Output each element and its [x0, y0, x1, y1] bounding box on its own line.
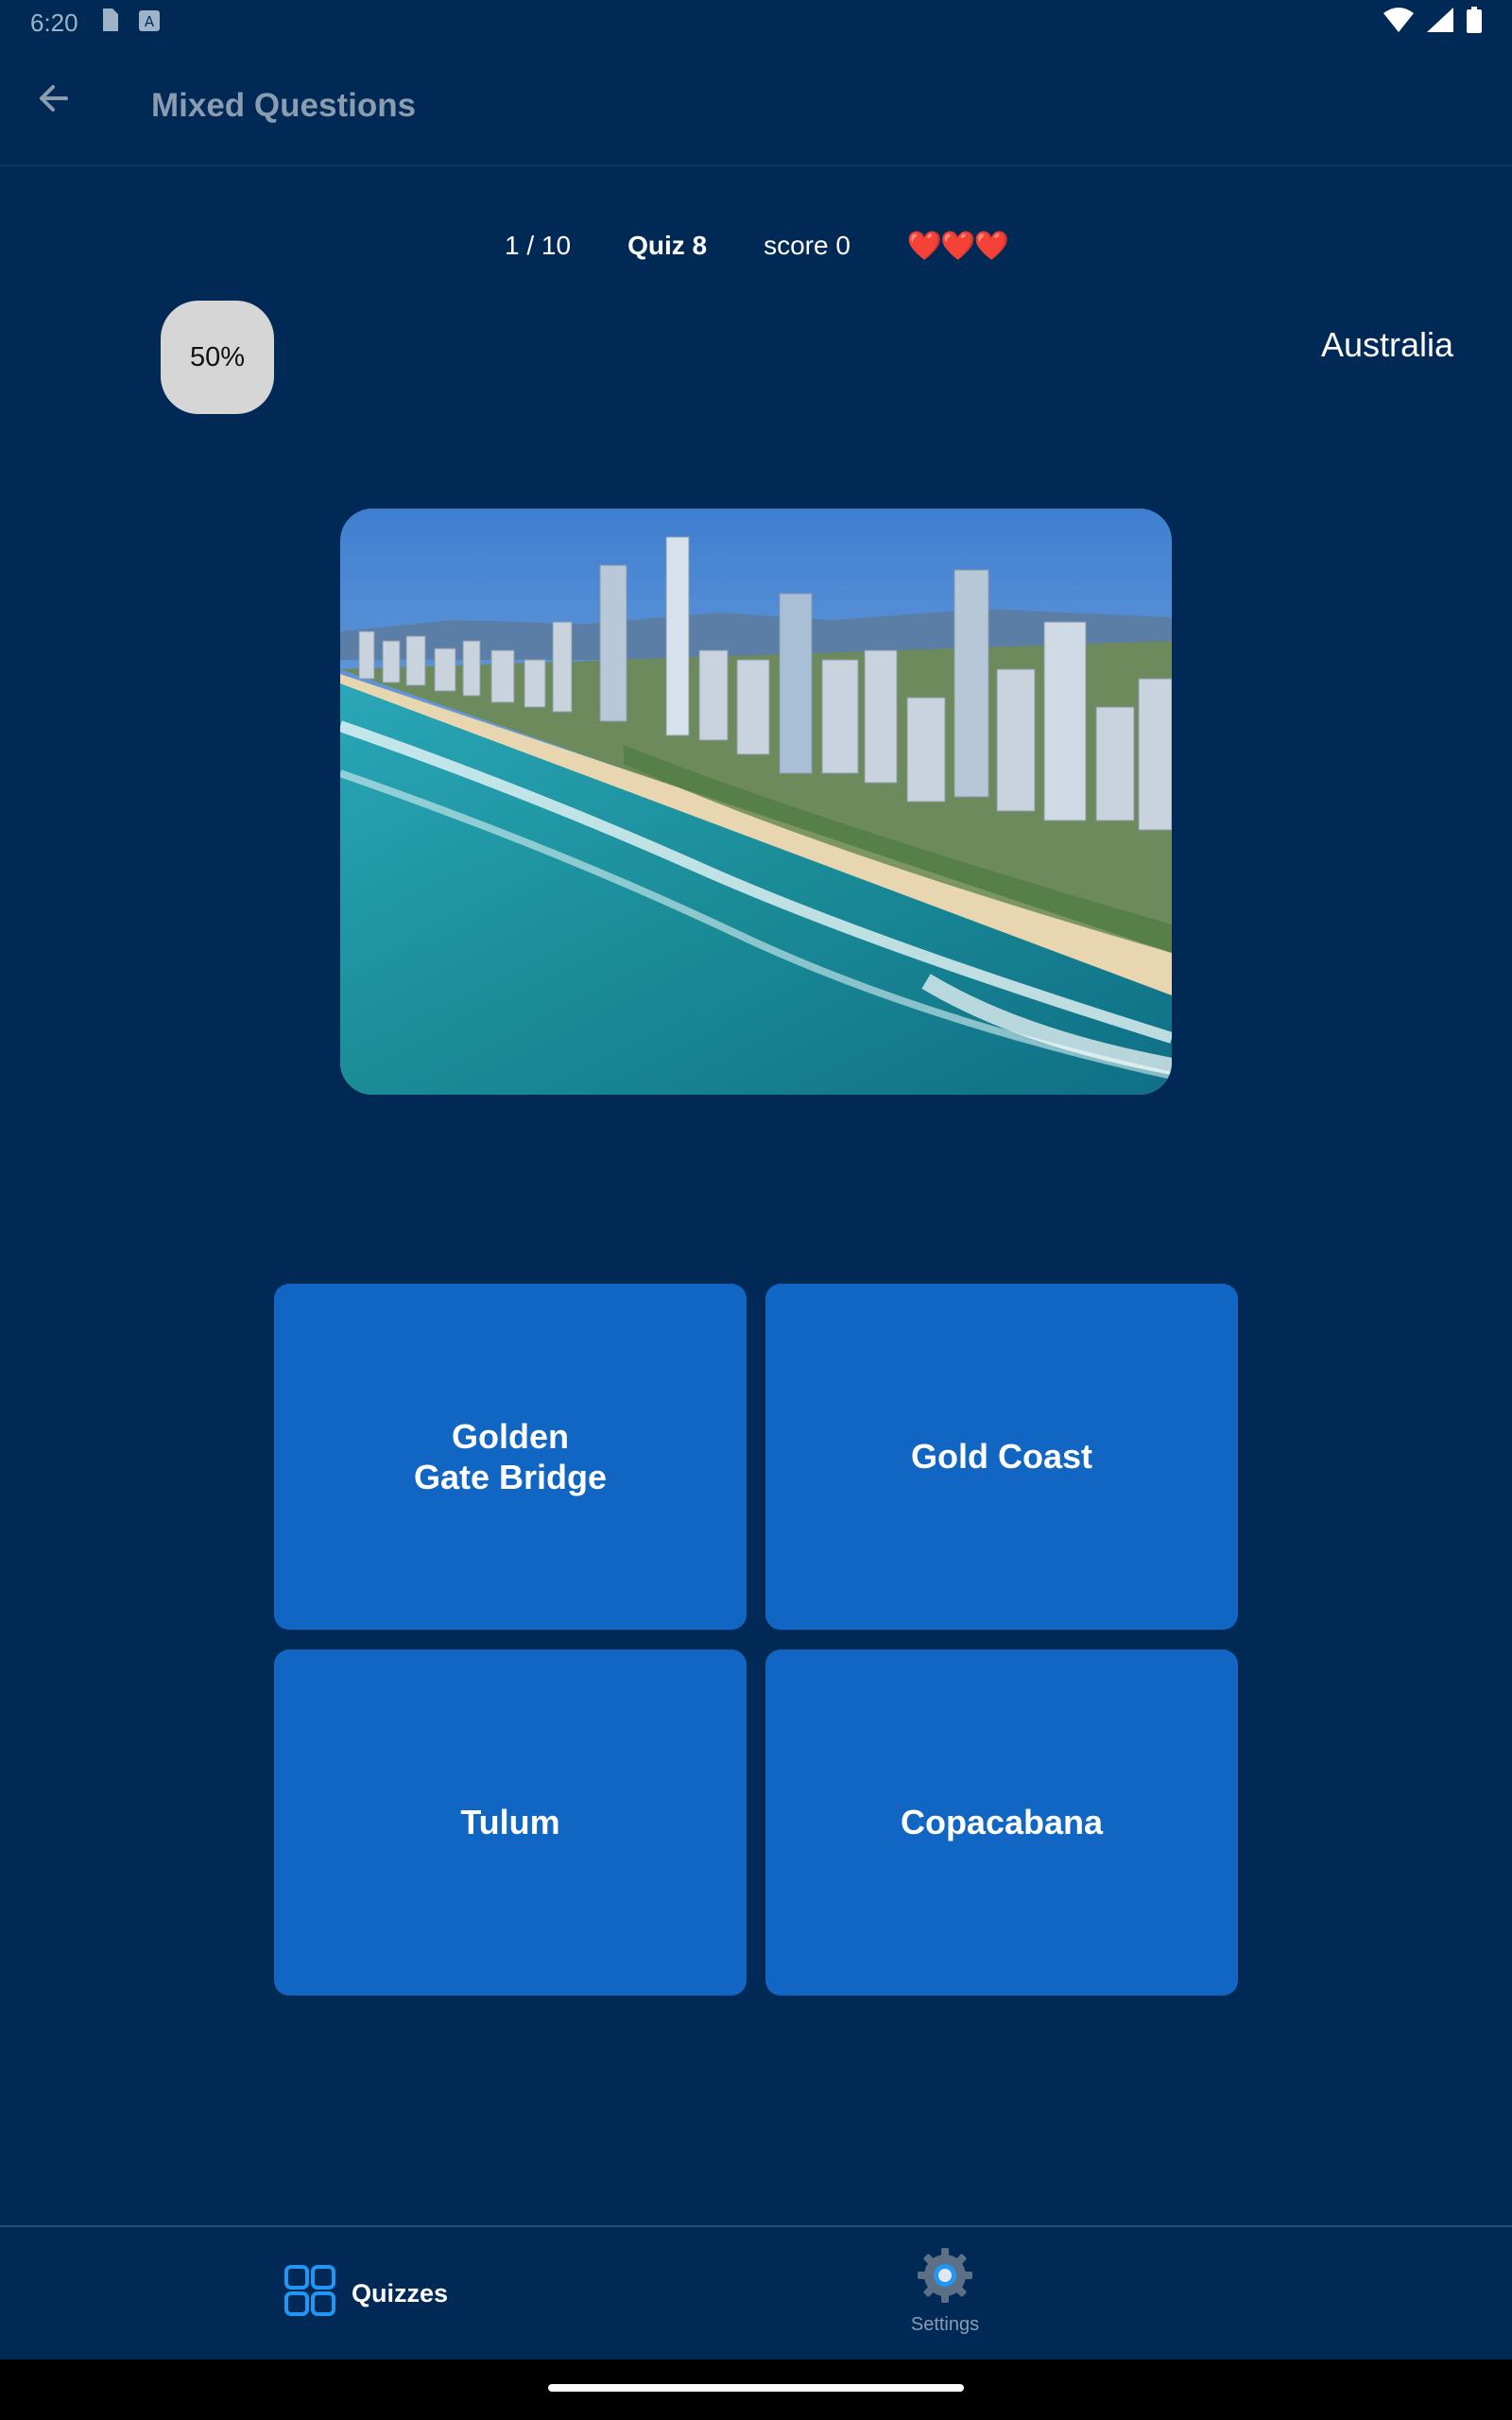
battery-icon — [1467, 6, 1482, 40]
sim-card-icon — [99, 8, 118, 38]
answer-button-3[interactable]: Tulum — [274, 1650, 747, 1996]
a-box-icon: A — [138, 9, 160, 38]
nav-item-quizzes[interactable]: Quizzes — [284, 2264, 449, 2324]
svg-text:A: A — [144, 13, 154, 30]
quiz-name: Quiz 8 — [627, 231, 708, 260]
gesture-handle[interactable] — [548, 2384, 964, 2392]
page-title: Mixed Questions — [151, 87, 417, 124]
category-label: Australia — [1320, 325, 1453, 364]
gear-icon — [916, 2246, 974, 2310]
answer-button-4[interactable]: Copacabana — [765, 1650, 1238, 1996]
status-bar: 6:20 A — [0, 0, 1512, 45]
answer-button-1[interactable]: Golden Gate Bridge — [274, 1284, 747, 1630]
app-bar: Mixed Questions — [0, 45, 1512, 166]
bottom-navigation: Quizzes Settings — [0, 2225, 1512, 2360]
nav-item-settings[interactable]: Settings — [898, 2246, 992, 2341]
question-image — [340, 509, 1172, 1095]
nav-item-label: Settings — [910, 2314, 980, 2335]
wifi-icon — [1383, 7, 1414, 39]
grid-icon — [284, 2264, 336, 2324]
quiz-info-row: 1 / 10 Quiz 8 score 0 ❤️❤️❤️ — [0, 227, 1512, 265]
arrow-left-icon — [34, 79, 72, 122]
system-navigation-area — [0, 2360, 1512, 2420]
nav-item-label: Quizzes — [352, 2278, 449, 2308]
signal-icon — [1427, 7, 1453, 39]
question-progress: 1 / 10 — [505, 231, 572, 260]
answer-button-2[interactable]: Gold Coast — [765, 1284, 1238, 1630]
back-button[interactable] — [21, 68, 85, 132]
status-time: 6:20 — [30, 8, 78, 37]
score-label: score 0 — [764, 231, 850, 260]
fifty-fifty-button[interactable]: 50% — [161, 301, 274, 414]
lives-hearts: ❤️❤️❤️ — [906, 230, 1009, 262]
